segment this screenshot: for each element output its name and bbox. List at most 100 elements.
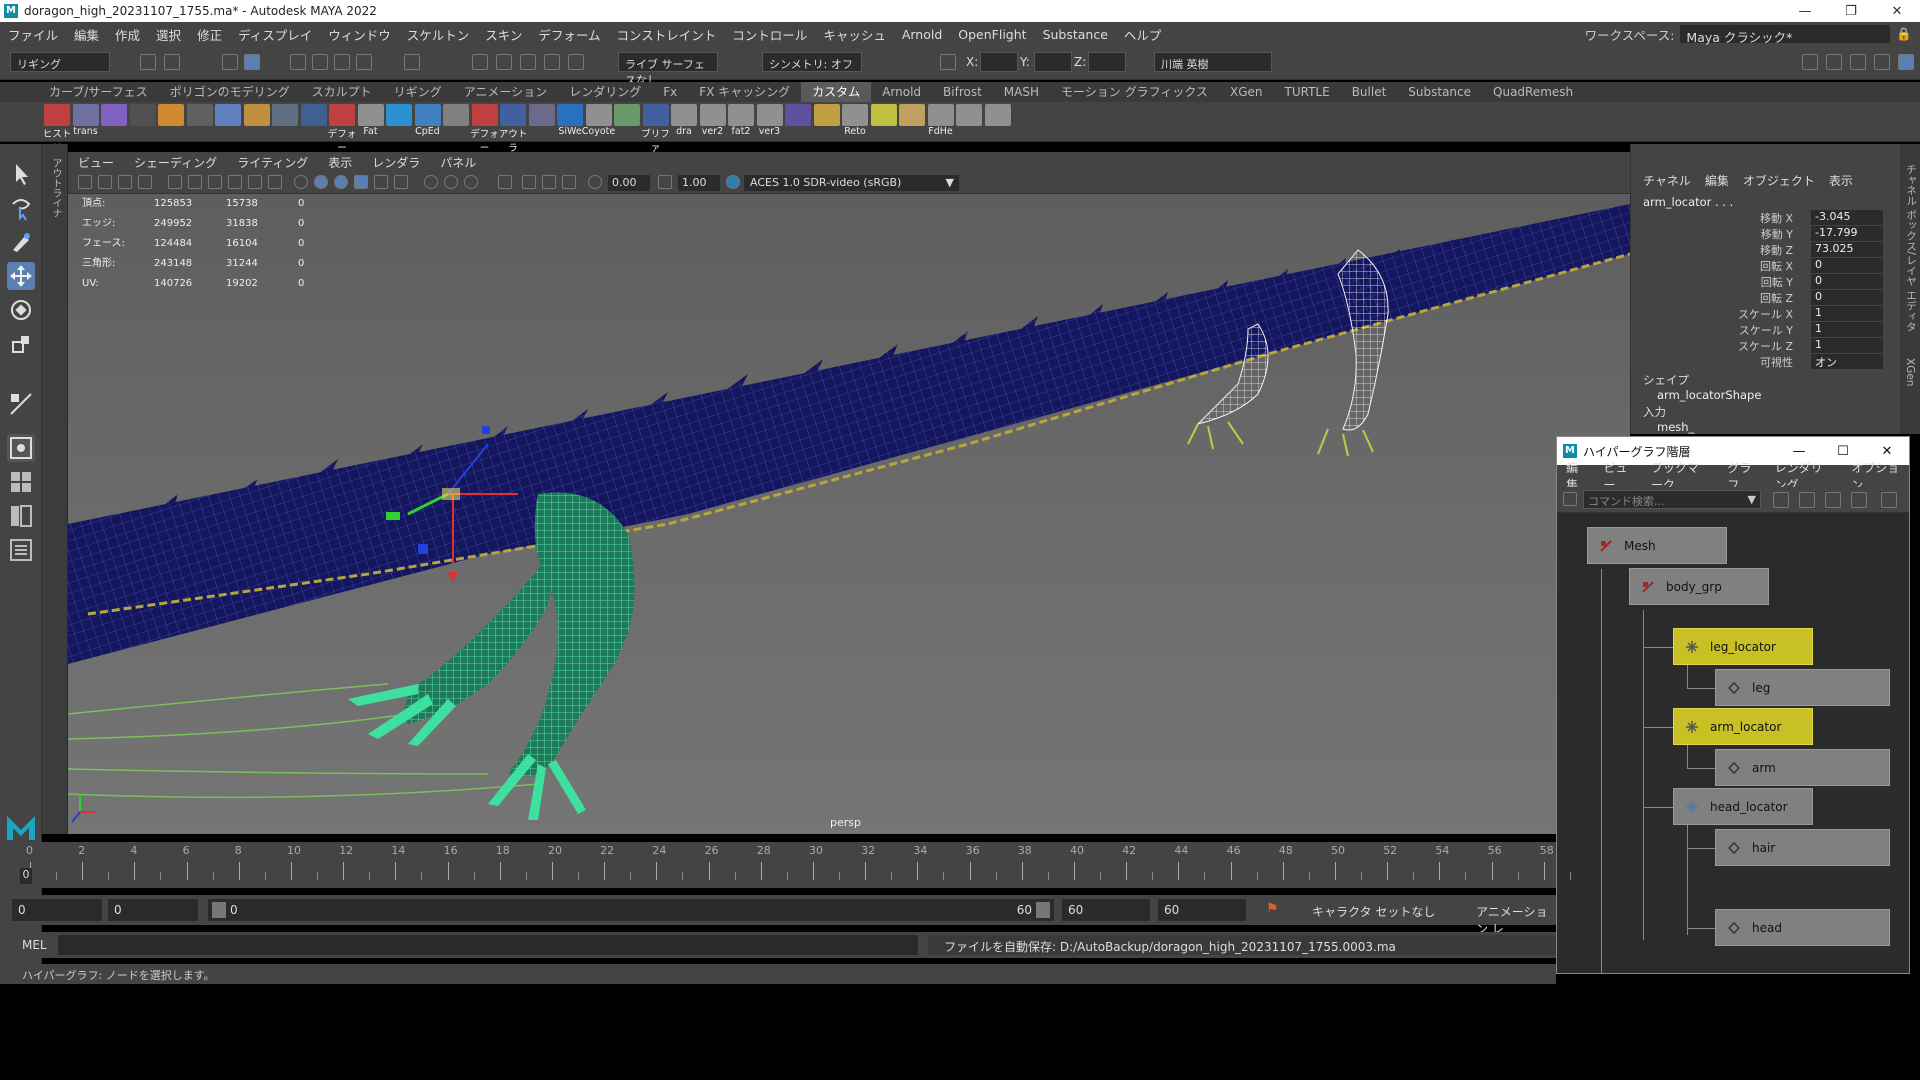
history-icon[interactable] xyxy=(472,54,488,70)
motion-blur-icon[interactable] xyxy=(444,175,458,189)
viewport-menu-renderer[interactable]: レンダラ xyxy=(362,154,430,171)
viewport-menu-lighting[interactable]: ライティング xyxy=(227,154,318,171)
time-slider[interactable]: 0 2 4 6 8 10 12 14 16 18 20 22 24 26 28 30 32 34 36 38 40 42 4… xyxy=(0,842,1571,888)
channel-attr-row[interactable]: 回転 Z 0 xyxy=(1631,290,1901,306)
rotate-tool-icon[interactable] xyxy=(7,296,35,324)
input-output-icon[interactable] xyxy=(1851,492,1867,508)
user-account-dropdown[interactable]: 川端 英樹 xyxy=(1154,52,1272,72)
collapse-icon[interactable] xyxy=(1799,492,1815,508)
playback-start-field[interactable]: 0 xyxy=(108,899,198,921)
range-bar[interactable]: 0 60 xyxy=(208,899,1054,921)
menu-select[interactable]: 選択 xyxy=(148,25,189,44)
four-view-layout-icon[interactable] xyxy=(7,468,35,496)
shelf-tab[interactable]: QuadRemesh xyxy=(1482,82,1584,102)
channel-box-side-tab[interactable]: チャネル ボックス/レイヤ エディタ xyxy=(1900,144,1919,332)
shelf-tab[interactable]: FX キャッシング xyxy=(688,82,801,102)
snap-view-icon[interactable] xyxy=(356,54,372,70)
shelf-tab[interactable]: カスタム xyxy=(801,82,872,102)
workspace-dropdown[interactable]: Maya クラシック* xyxy=(1680,25,1891,45)
use-all-lights-icon[interactable] xyxy=(374,175,388,189)
range-start-handle[interactable] xyxy=(212,902,226,918)
channel-attr-row[interactable]: 移動 X -3.045 xyxy=(1631,210,1901,226)
film-gate-icon[interactable] xyxy=(188,175,202,189)
channel-attr-row[interactable]: スケール X 1 xyxy=(1631,306,1901,322)
command-input[interactable] xyxy=(58,935,918,955)
expand-icon[interactable] xyxy=(1825,492,1841,508)
menu-file[interactable]: ファイル xyxy=(0,25,66,44)
node-arm[interactable]: arm xyxy=(1715,749,1890,786)
channel-attr-value[interactable]: 73.025 xyxy=(1811,242,1883,257)
shelf-tab[interactable]: TURTLE xyxy=(1274,82,1341,102)
input-name[interactable]: mesh_ xyxy=(1657,420,1694,434)
viewport-menu-panels[interactable]: パネル xyxy=(430,154,486,171)
menu-display[interactable]: ディスプレイ xyxy=(230,25,320,44)
shelf-tab[interactable]: カーブ/サーフェス xyxy=(38,82,159,102)
last-tool-icon[interactable] xyxy=(7,390,35,418)
command-search-input[interactable]: コマンド検索... ▼ xyxy=(1583,490,1761,509)
channel-attr-value[interactable]: -3.045 xyxy=(1811,210,1883,225)
frame-icon[interactable] xyxy=(1563,492,1577,506)
gate-mask-icon[interactable] xyxy=(228,175,242,189)
xray-icon[interactable] xyxy=(522,175,536,189)
viewport-menu-view[interactable]: ビュー xyxy=(68,154,124,171)
outliner-strip[interactable]: アウトライナ xyxy=(42,144,68,834)
tool-settings-icon[interactable] xyxy=(1850,54,1866,70)
shelf-tab[interactable]: Substance xyxy=(1397,82,1482,102)
menu-control[interactable]: コントロール xyxy=(724,25,815,44)
xgen-side-tab[interactable]: XGen xyxy=(1900,332,1916,386)
minimize-icon[interactable]: — xyxy=(1777,444,1821,459)
camera-attributes-icon[interactable] xyxy=(98,175,112,189)
menu-substance[interactable]: Substance xyxy=(1035,27,1116,42)
render-icon[interactable] xyxy=(496,54,512,70)
color-space-dropdown[interactable]: ACES 1.0 SDR-video (sRGB) ▼ xyxy=(744,175,959,191)
node-hair[interactable]: hair xyxy=(1715,829,1890,866)
channel-attr-row[interactable]: 移動 Z 73.025 xyxy=(1631,242,1901,258)
auto-key-icon[interactable]: ⚑ xyxy=(1266,901,1284,919)
menu-modify[interactable]: 修正 xyxy=(189,25,230,44)
channel-menu-channels[interactable]: チャネル xyxy=(1643,172,1691,189)
channel-attr-row[interactable]: 回転 X 0 xyxy=(1631,258,1901,274)
menu-deform[interactable]: デフォーム xyxy=(530,25,608,44)
channel-attr-row[interactable]: 回転 Y 0 xyxy=(1631,274,1901,290)
grid-icon[interactable] xyxy=(168,175,182,189)
shelf-tab[interactable]: MASH xyxy=(993,82,1050,102)
close-icon[interactable]: ✕ xyxy=(1874,4,1920,19)
z-field[interactable] xyxy=(1088,52,1126,72)
outliner-toggle-icon[interactable] xyxy=(1898,54,1914,70)
outliner-layout-icon[interactable] xyxy=(7,536,35,564)
channel-attr-row[interactable]: スケール Z 1 xyxy=(1631,338,1901,354)
shelf-tab[interactable]: XGen xyxy=(1219,82,1274,102)
menu-skin[interactable]: スキン xyxy=(477,25,530,44)
textured-icon[interactable] xyxy=(354,175,368,189)
lock-selection-icon[interactable] xyxy=(404,54,420,70)
bookmark-icon[interactable] xyxy=(118,175,132,189)
channel-object-name[interactable]: arm_locator . . . xyxy=(1631,189,1920,209)
scene-hierarchy-icon[interactable] xyxy=(1773,492,1789,508)
node-head[interactable]: head xyxy=(1715,909,1890,946)
y-field[interactable] xyxy=(1034,52,1072,72)
lasso-tool-icon[interactable] xyxy=(7,194,35,222)
persp-outliner-layout-icon[interactable] xyxy=(7,502,35,530)
select-tool-icon[interactable] xyxy=(7,160,35,188)
single-perspective-layout-icon[interactable] xyxy=(7,434,35,462)
channel-box-icon[interactable] xyxy=(1874,54,1890,70)
resolution-gate-icon[interactable] xyxy=(208,175,222,189)
select-hierarchy-icon[interactable] xyxy=(222,54,238,70)
symmetry-dropdown[interactable]: シンメトリ: オフ xyxy=(762,52,862,72)
live-surface-field[interactable]: ライブ サーフェスなし xyxy=(618,52,718,87)
shelf-tab[interactable]: Arnold xyxy=(871,82,932,102)
node-body-grp[interactable]: body_grp xyxy=(1629,568,1769,605)
menu-cache[interactable]: キャッシュ xyxy=(815,25,894,44)
ipr-render-icon[interactable] xyxy=(520,54,536,70)
channel-menu-object[interactable]: オブジェクト xyxy=(1743,172,1815,189)
channel-attr-value[interactable]: 1 xyxy=(1811,306,1883,321)
menu-openflight[interactable]: OpenFlight xyxy=(950,27,1034,42)
channel-attr-row[interactable]: スケール Y 1 xyxy=(1631,322,1901,338)
exposure-field[interactable]: 0.00 xyxy=(608,175,650,191)
hypergraph-canvas[interactable]: Mesh body_grp leg_locator leg arm_locato… xyxy=(1557,513,1909,973)
minimize-icon[interactable]: — xyxy=(1782,4,1828,19)
smooth-shade-icon[interactable] xyxy=(314,175,328,189)
restore-icon[interactable]: ❐ xyxy=(1828,4,1874,19)
start-time-field[interactable]: 0 xyxy=(12,899,102,921)
transform-mode-icon[interactable] xyxy=(940,54,956,70)
